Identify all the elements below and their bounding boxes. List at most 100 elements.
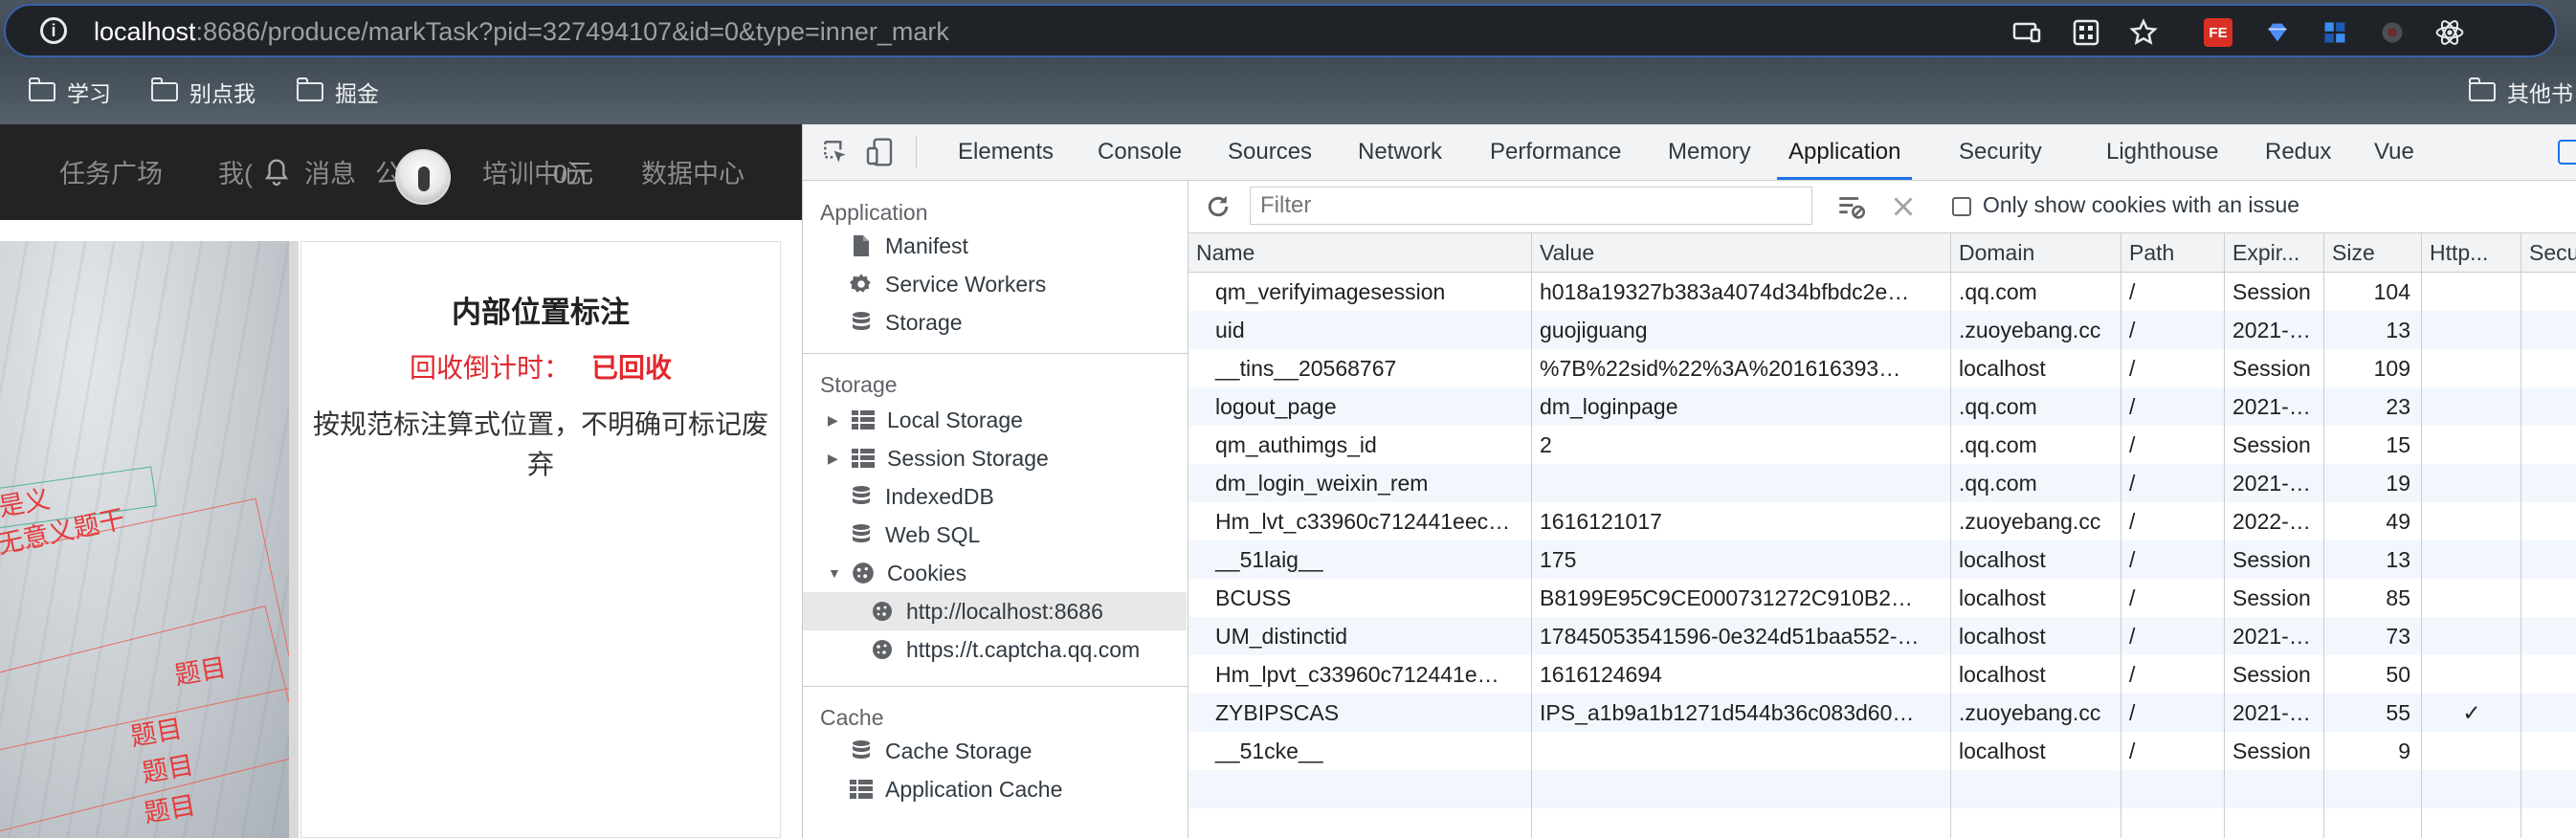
tab-vue[interactable]: Vue [2374, 124, 2414, 180]
table-row[interactable]: BCUSS B8199E95C9CE000731272C910B2… localho… [1188, 579, 2576, 617]
table-row[interactable]: ZYBIPSCAS IPS_a1b9a1b1271d544b36c083d60….… [1188, 694, 2576, 732]
sidebar-item-web-sql[interactable]: Web SQL [849, 516, 980, 554]
inspect-element-icon[interactable] [820, 137, 851, 167]
tab-memory[interactable]: Memory [1668, 124, 1751, 180]
cell-httponly [2422, 579, 2521, 617]
column-header-size[interactable]: Size [2324, 233, 2422, 272]
sidebar-item-local-storage[interactable]: ▶ Local Storage [828, 401, 1023, 439]
table-row[interactable]: Hm_lvt_c33960c712441eec… 1616121017 .zuoye… [1188, 502, 2576, 540]
sidebar-item-session-storage[interactable]: ▶ Session Storage [828, 439, 1049, 477]
tab-redux[interactable]: Redux [2265, 124, 2331, 180]
cell-value: %7B%22sid%22%3A%201616393… [1540, 356, 1901, 381]
bookmark-folder[interactable]: 学习 [28, 65, 111, 119]
cast-icon[interactable] [2008, 13, 2046, 52]
nav-data-center[interactable]: 数据中心 [641, 124, 744, 220]
nav-messages[interactable]: 消息 [304, 124, 356, 220]
database-icon [849, 522, 874, 547]
column-header-httponly[interactable]: Http... [2422, 233, 2521, 272]
column-header-expires[interactable]: Expir... [2225, 233, 2324, 272]
bookmark-label: 其他书 [2507, 81, 2573, 106]
expand-arrow-icon[interactable]: ▶ [828, 412, 841, 429]
device-toolbar-icon[interactable] [864, 137, 895, 167]
table-row[interactable]: UM_distinctid 17845053541596-0e324d51baa5… [1188, 617, 2576, 655]
avatar[interactable] [395, 149, 451, 205]
cell-size: 49 [2386, 509, 2410, 534]
bookmark-folder[interactable]: 别点我 [150, 65, 255, 119]
sidebar-item-manifest[interactable]: Manifest [849, 227, 968, 265]
sidebar-item-cookie-captcha[interactable]: https://t.captcha.qq.com [870, 630, 1140, 669]
record-extension-icon[interactable] [2373, 13, 2411, 52]
sidebar-item-label: Storage [885, 309, 963, 335]
cell-domain: .zuoyebang.cc [1959, 700, 2101, 725]
settings-badge-icon[interactable] [2558, 140, 2576, 165]
cell-httponly [2422, 387, 2521, 426]
expand-arrow-icon[interactable]: ▶ [828, 451, 841, 467]
only-issues-checkbox[interactable] [1952, 197, 1971, 216]
table-row[interactable]: __51cke__ localhost / Session 9 [1188, 732, 2576, 770]
column-header-secure[interactable]: Secu [2521, 233, 2576, 272]
column-header-path[interactable]: Path [2121, 233, 2225, 272]
sidebar-item-application-cache[interactable]: Application Cache [849, 770, 1062, 808]
sidebar-item-cookies[interactable]: ▼ Cookies [828, 554, 966, 592]
cell-httponly [2422, 655, 2521, 694]
tab-network[interactable]: Network [1358, 124, 1442, 180]
column-header-value[interactable]: Value [1532, 233, 1951, 272]
column-header-domain[interactable]: Domain [1951, 233, 2121, 272]
url-text[interactable]: localhost:8686/produce/markTask?pid=3274… [94, 17, 949, 47]
table-row[interactable]: uid guojiguang .zuoyebang.cc / 2021-… 13 [1188, 311, 2576, 349]
tab-sources[interactable]: Sources [1228, 124, 1312, 180]
cookie-filter-input[interactable] [1250, 187, 1812, 225]
table-row[interactable]: logout_page dm_loginpage .qq.com / 2021-… 23 [1188, 387, 2576, 426]
column-divider[interactable] [2224, 233, 2225, 838]
cell-domain: localhost [1959, 585, 2046, 610]
tab-performance[interactable]: Performance [1490, 124, 1621, 180]
table-row[interactable]: Hm_lpvt_c33960c712441e… 1616124694 localho… [1188, 655, 2576, 694]
site-info-icon[interactable]: i [40, 17, 67, 44]
react-extension-icon[interactable] [2431, 13, 2469, 52]
tab-elements[interactable]: Elements [958, 124, 1054, 180]
fe-extension-icon[interactable]: FE [2199, 13, 2237, 52]
cell-name: Hm_lpvt_c33960c712441e… [1215, 662, 1499, 687]
tab-lighthouse[interactable]: Lighthouse [2106, 124, 2218, 180]
table-row[interactable]: qm_verifyimagesession h018a19327b383a4074… [1188, 273, 2576, 311]
annotation-label: 题目 [142, 790, 198, 828]
sidebar-item-storage[interactable]: Storage [849, 303, 963, 342]
column-divider[interactable] [2421, 233, 2422, 838]
grid-extension-icon[interactable] [2316, 13, 2354, 52]
other-bookmarks-folder[interactable]: 其他书 [2468, 65, 2573, 119]
column-header-name[interactable]: Name [1188, 233, 1532, 272]
collapse-arrow-icon[interactable]: ▼ [828, 565, 841, 581]
cell-value: 175 [1540, 547, 1577, 572]
sidebar-item-cookie-localhost[interactable]: http://localhost:8686 [803, 592, 1187, 630]
table-row[interactable]: dm_login_weixin_rem .qq.com / 2021-… 19 [1188, 464, 2576, 502]
refresh-icon[interactable] [1204, 192, 1232, 221]
clear-all-cookies-icon[interactable] [1835, 190, 1868, 223]
cell-expires: Session [2232, 585, 2311, 610]
qr-code-icon[interactable] [2067, 13, 2105, 52]
table-row[interactable]: __tins__20568767 %7B%22sid%22%3A%20161639… [1188, 349, 2576, 387]
bookmark-star-icon[interactable] [2124, 13, 2163, 52]
nav-mine[interactable]: 我( [218, 124, 253, 220]
nav-task-square[interactable]: 任务广场 [59, 124, 163, 220]
diamond-extension-icon[interactable] [2258, 13, 2297, 52]
bookmark-folder[interactable]: 掘金 [296, 65, 379, 119]
tab-application[interactable]: Application [1777, 124, 1913, 180]
sidebar-item-cache-storage[interactable]: Cache Storage [849, 732, 1032, 770]
browser-chrome: i localhost:8686/produce/markTask?pid=32… [0, 0, 2576, 124]
column-divider[interactable] [1950, 233, 1951, 838]
table-row[interactable]: __51laig__ 175 localhost / Session 13 [1188, 540, 2576, 579]
column-divider[interactable] [1531, 233, 1532, 838]
delete-selected-icon[interactable] [1887, 190, 1920, 223]
task-image[interactable]: 是义 无意义题干 题目 题目 题目 题目 [0, 241, 289, 838]
column-divider[interactable] [2323, 233, 2324, 838]
sidebar-item-service-workers[interactable]: Service Workers [849, 265, 1046, 303]
cell-size: 50 [2386, 662, 2410, 687]
sidebar-item-indexeddb[interactable]: IndexedDB [849, 477, 994, 516]
cell-domain: .zuoyebang.cc [1959, 509, 2101, 534]
address-bar[interactable]: i localhost:8686/produce/markTask?pid=32… [4, 4, 2557, 57]
tab-console[interactable]: Console [1098, 124, 1182, 180]
column-divider[interactable] [2520, 233, 2521, 838]
table-row[interactable]: qm_authimgs_id 2 .qq.com / Session 15 [1188, 426, 2576, 464]
tab-security[interactable]: Security [1959, 124, 2042, 180]
bell-icon[interactable] [262, 124, 291, 220]
